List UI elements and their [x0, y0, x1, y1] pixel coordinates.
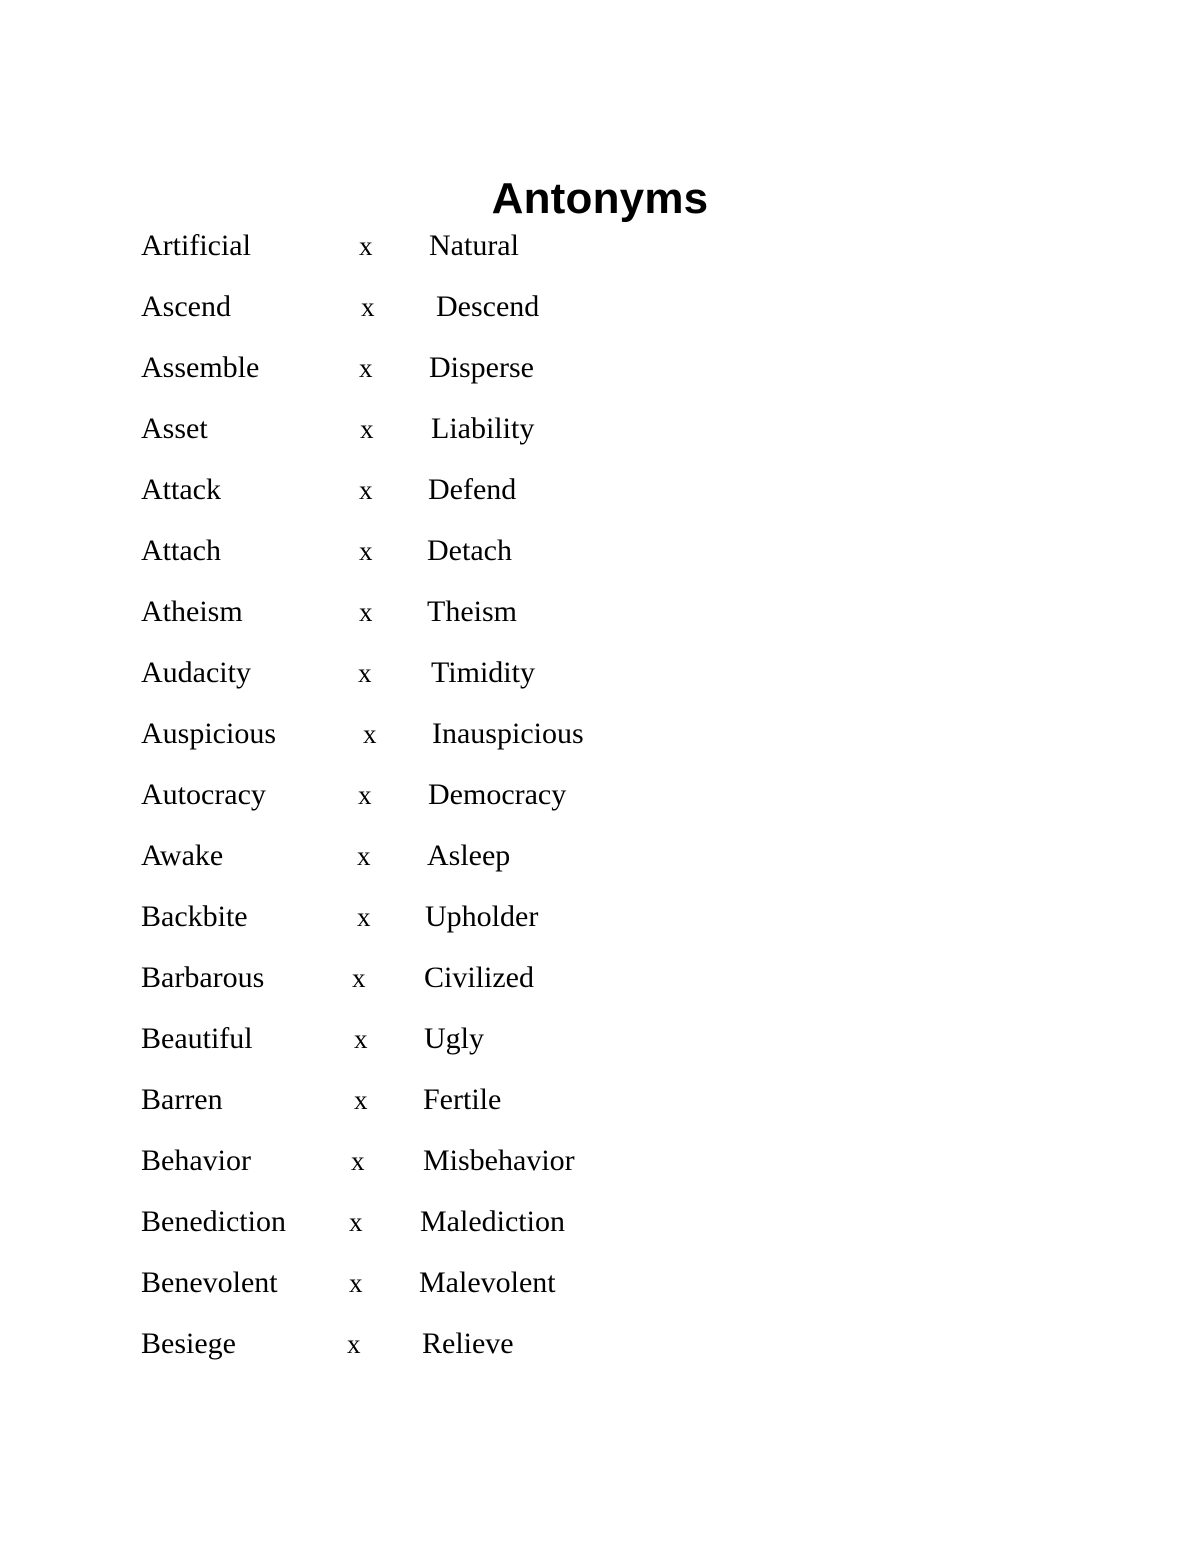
word-term: Benediction — [141, 1205, 286, 1238]
row-separator: x — [349, 1207, 363, 1237]
antonym-list: Artificial x Natural Ascend x Descend Assemble… — [0, 226, 1200, 1385]
row-separator: x — [354, 1024, 368, 1054]
antonym-row: Attach x Detach — [0, 531, 1200, 592]
word-term: Attach — [141, 534, 221, 567]
word-term: Artificial — [141, 229, 251, 262]
page-title: Antonyms — [491, 174, 709, 224]
row-separator: x — [349, 1268, 363, 1298]
row-separator: x — [354, 1085, 368, 1115]
word-opposite: Defend — [428, 473, 517, 506]
antonym-row: Attack x Defend — [0, 470, 1200, 531]
row-separator: x — [351, 1146, 365, 1176]
row-separator: x — [361, 292, 375, 322]
antonym-row: Assemble x Disperse — [0, 348, 1200, 409]
row-separator: x — [357, 841, 371, 871]
word-term: Attack — [141, 473, 221, 506]
word-term: Besiege — [141, 1327, 236, 1360]
antonym-row: Backbite x Upholder — [0, 897, 1200, 958]
antonym-row: Autocracy x Democracy — [0, 775, 1200, 836]
word-term: Backbite — [141, 900, 248, 933]
antonym-row: Artificial x Natural — [0, 226, 1200, 287]
row-separator: x — [358, 658, 372, 688]
row-separator: x — [347, 1329, 361, 1359]
word-opposite: Misbehavior — [423, 1144, 575, 1177]
word-term: Awake — [141, 839, 224, 872]
word-term: Autocracy — [141, 778, 266, 811]
word-term: Assemble — [141, 351, 260, 384]
word-opposite: Fertile — [423, 1083, 502, 1116]
antonym-row: Besiege x Relieve — [0, 1324, 1200, 1385]
word-term: Ascend — [141, 290, 231, 323]
word-opposite: Disperse — [429, 351, 534, 384]
antonym-row: Barren x Fertile — [0, 1080, 1200, 1141]
row-separator: x — [352, 963, 366, 993]
document-page: Antonyms Artificial x Natural Ascend x Descen… — [0, 0, 1200, 1553]
word-opposite: Inauspicious — [432, 717, 584, 750]
word-term: Benevolent — [141, 1266, 278, 1299]
word-opposite: Descend — [436, 290, 540, 323]
word-opposite: Relieve — [422, 1327, 514, 1360]
word-term: Atheism — [141, 595, 243, 628]
word-term: Beautiful — [141, 1022, 253, 1055]
row-separator: x — [363, 719, 377, 749]
word-opposite: Democracy — [428, 778, 567, 811]
row-separator: x — [357, 902, 371, 932]
row-separator: x — [360, 414, 374, 444]
word-opposite: Malevolent — [419, 1266, 556, 1299]
antonym-row: Awake x Asleep — [0, 836, 1200, 897]
word-term: Asset — [141, 412, 208, 445]
word-term: Barbarous — [141, 961, 265, 994]
row-separator: x — [359, 597, 373, 627]
antonym-row: Barbarous x Civilized — [0, 958, 1200, 1019]
antonym-row: Atheism x Theism — [0, 592, 1200, 653]
word-opposite: Asleep — [427, 839, 511, 872]
row-separator: x — [359, 353, 373, 383]
antonym-row: Asset x Liability — [0, 409, 1200, 470]
word-opposite: Natural — [429, 229, 519, 262]
row-separator: x — [359, 475, 373, 505]
word-opposite: Timidity — [431, 656, 535, 689]
antonym-row: Auspicious x Inauspicious — [0, 714, 1200, 775]
antonym-row: Beautiful x Ugly — [0, 1019, 1200, 1080]
word-opposite: Detach — [427, 534, 512, 567]
antonym-row: Behavior x Misbehavior — [0, 1141, 1200, 1202]
word-term: Behavior — [141, 1144, 251, 1177]
antonym-row: Ascend x Descend — [0, 287, 1200, 348]
word-opposite: Ugly — [424, 1022, 484, 1055]
word-opposite: Liability — [431, 412, 535, 445]
antonym-row: Audacity x Timidity — [0, 653, 1200, 714]
word-term: Audacity — [141, 656, 251, 689]
antonym-row: Benevolent x Malevolent — [0, 1263, 1200, 1324]
row-separator: x — [358, 780, 372, 810]
word-opposite: Theism — [427, 595, 517, 628]
word-term: Auspicious — [141, 717, 276, 750]
word-opposite: Malediction — [420, 1205, 565, 1238]
word-term: Barren — [141, 1083, 223, 1116]
word-opposite: Civilized — [424, 961, 534, 994]
row-separator: x — [359, 536, 373, 566]
row-separator: x — [359, 231, 373, 261]
antonym-row: Benediction x Malediction — [0, 1202, 1200, 1263]
word-opposite: Upholder — [425, 900, 539, 933]
